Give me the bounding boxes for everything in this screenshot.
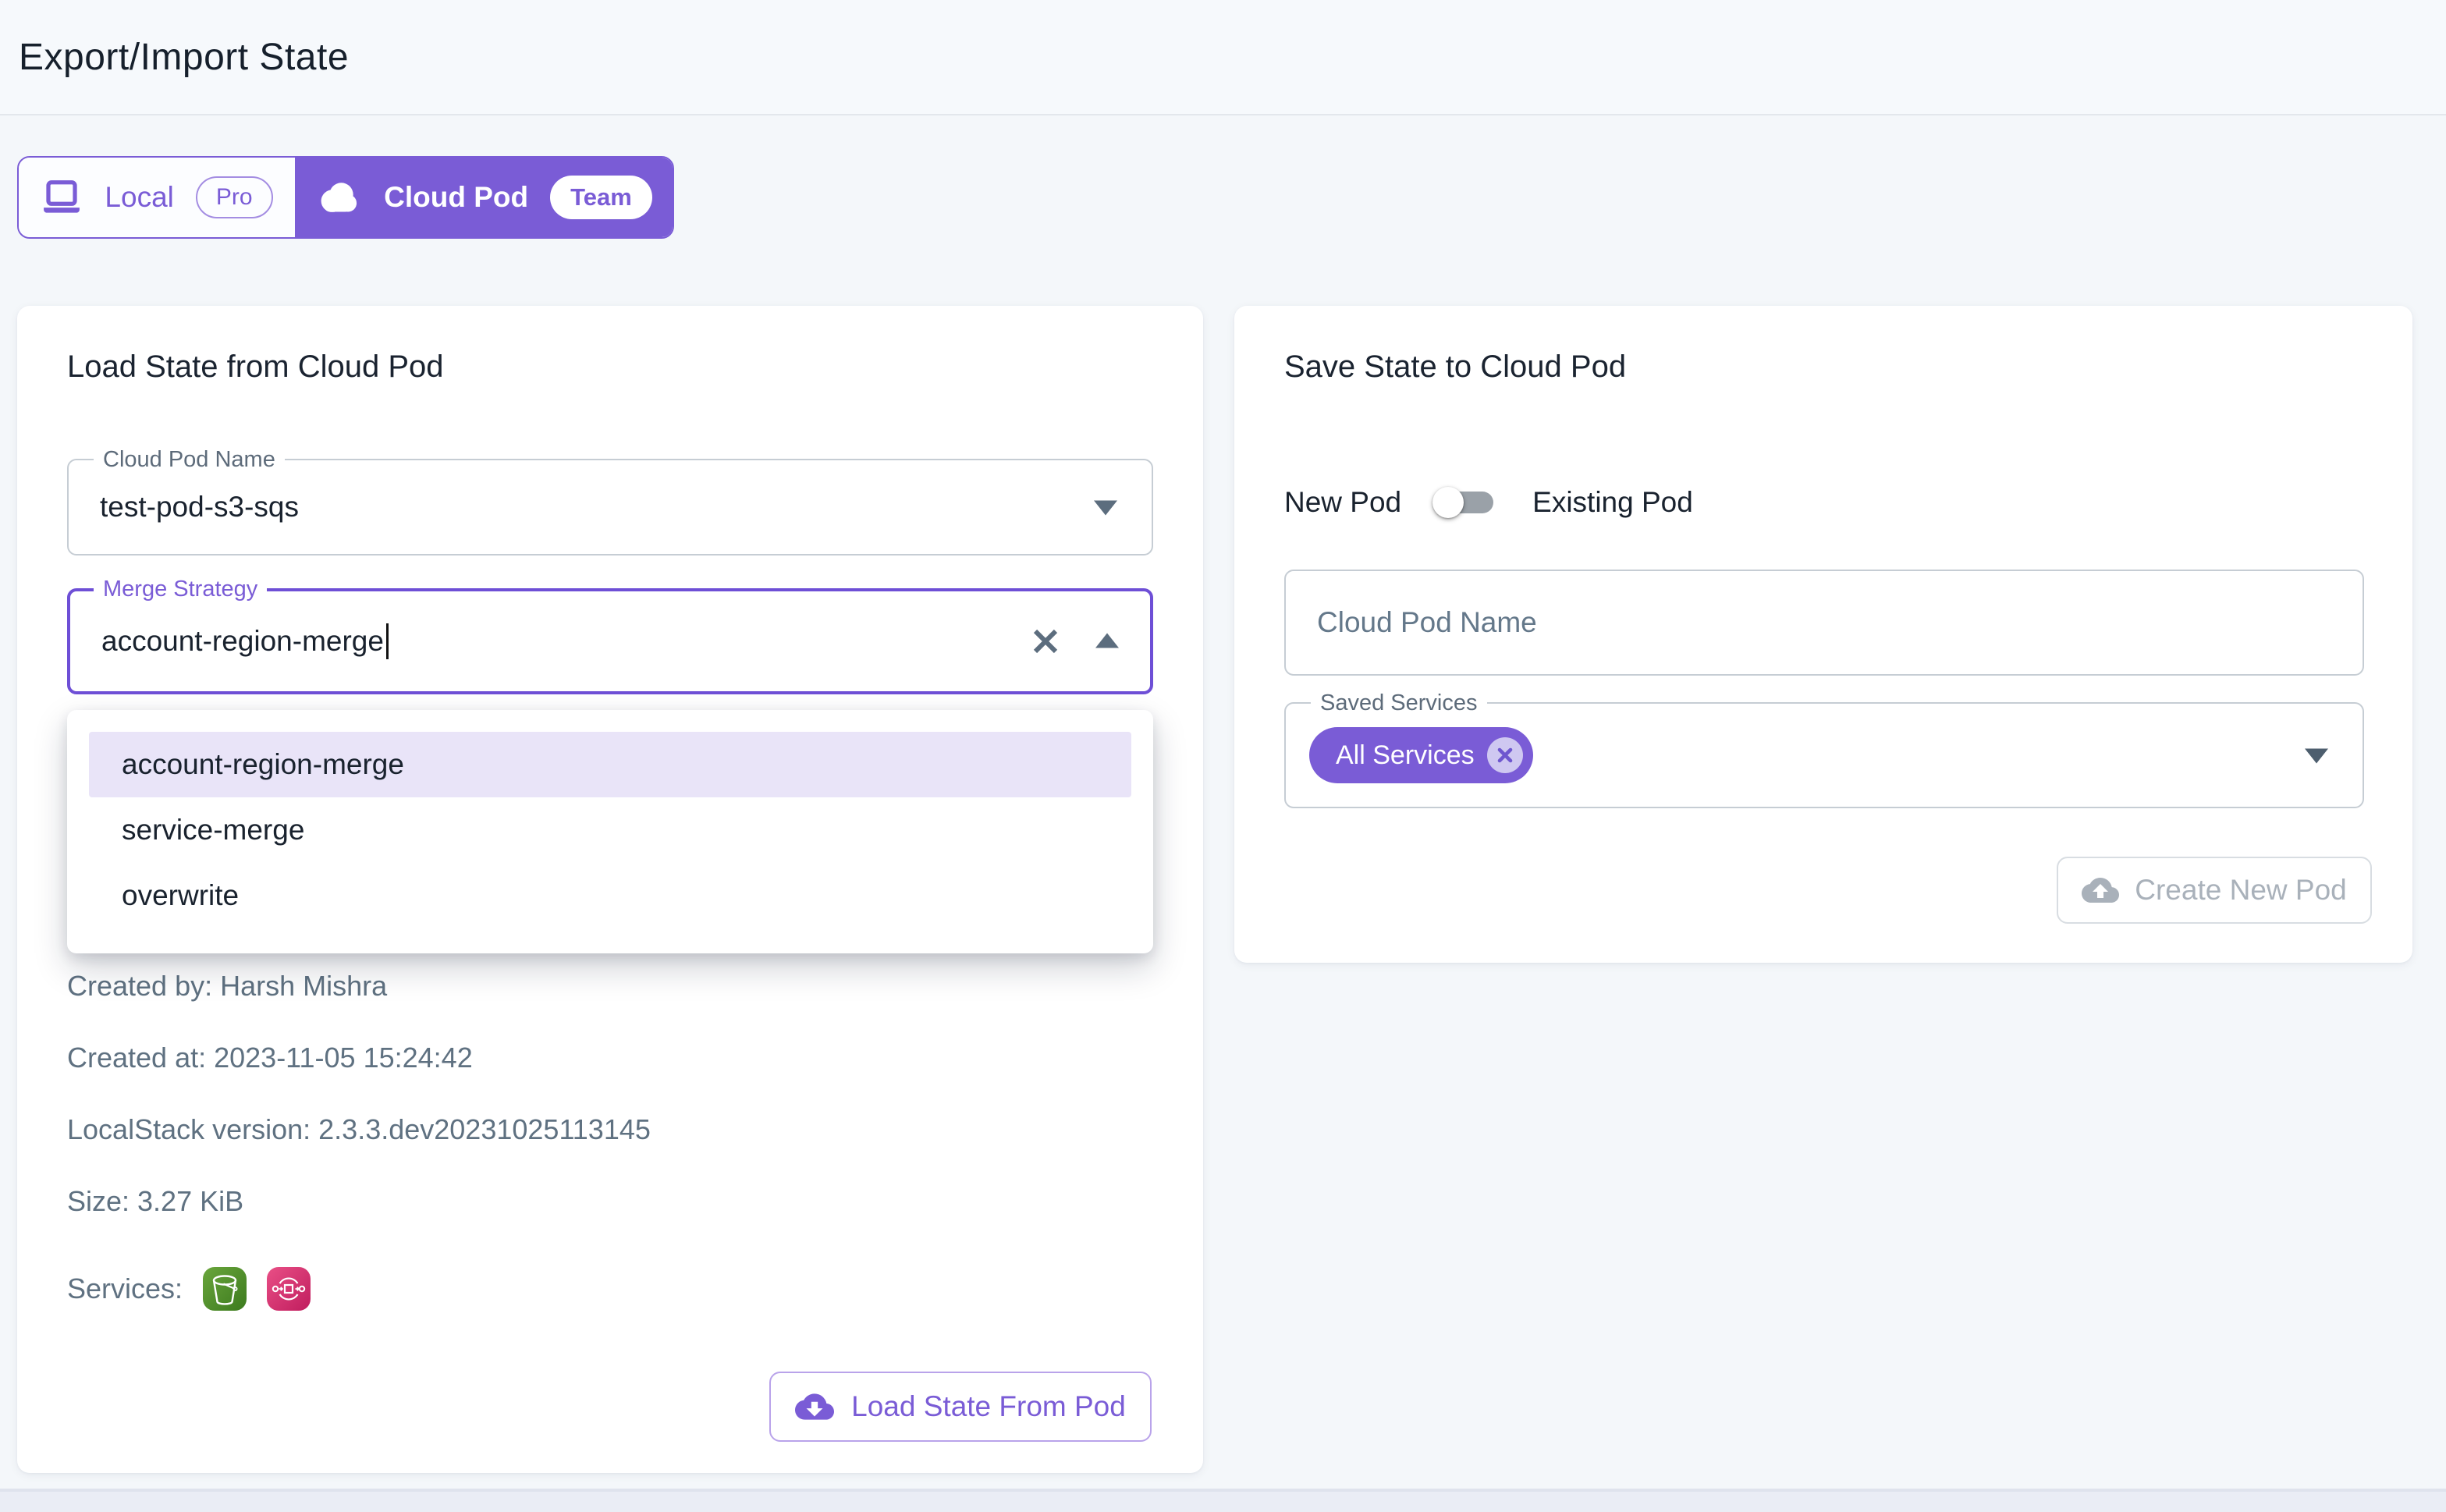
chevron-down-icon[interactable] [2305,748,2328,763]
pod-metadata: Created by: Harsh Mishra Created at: 202… [67,969,651,1311]
new-pod-name-input[interactable] [1286,571,2363,674]
option-account-region-merge[interactable]: account-region-merge [89,732,1131,797]
create-new-pod-button-label: Create New Pod [2135,874,2346,907]
save-card-title: Save State to Cloud Pod [1284,350,1626,385]
load-state-card: Load State from Cloud Pod Cloud Pod Name… [17,306,1203,1473]
merge-strategy-value: account-region-merge [101,625,384,658]
pod-name-select-label: Cloud Pod Name [94,446,285,473]
pod-mode-switch[interactable] [1422,473,1512,532]
cloud-download-icon [795,1387,834,1426]
page-header: Export/Import State [0,0,2446,115]
new-pod-label: New Pod [1284,486,1401,519]
merge-options-popup: account-region-merge service-merge overw… [67,710,1153,953]
all-services-chip[interactable]: All Services [1309,727,1533,783]
create-new-pod-button[interactable]: Create New Pod [2057,857,2372,924]
tab-local-label: Local [105,181,173,214]
pro-badge: Pro [196,176,273,218]
text-cursor [386,623,389,659]
cloud-icon [315,177,362,218]
s3-icon [203,1267,247,1311]
services-label: Services: [67,1272,183,1306]
clear-icon[interactable] [1028,624,1063,658]
option-service-merge[interactable]: service-merge [89,797,1131,863]
sqs-icon [267,1267,311,1311]
pod-name-select[interactable]: Cloud Pod Name test-pod-s3-sqs [67,459,1153,555]
load-card-title: Load State from Cloud Pod [67,350,444,385]
services-row: Services: [67,1267,651,1311]
load-state-button-label: Load State From Pod [851,1390,1126,1423]
team-badge: Team [550,176,652,219]
merge-strategy-label: Merge Strategy [94,576,267,602]
bottom-strip [0,1492,2446,1512]
pod-mode-toggle-row: New Pod Existing Pod [1284,471,1693,534]
mode-tab-group: Local Pro Cloud Pod Team [17,156,674,239]
pod-name-select-value: test-pod-s3-sqs [100,491,299,524]
merge-strategy-input[interactable]: Merge Strategy account-region-merge [67,588,1153,694]
chevron-up-icon[interactable] [1095,634,1119,648]
cloud-upload-icon [2082,871,2119,909]
page-title: Export/Import State [19,36,349,79]
laptop-icon [41,179,83,216]
load-state-button[interactable]: Load State From Pod [769,1372,1152,1442]
chevron-down-icon[interactable] [1094,500,1117,515]
version-text: LocalStack version: 2.3.3.dev20231025113… [67,1113,651,1147]
option-overwrite[interactable]: overwrite [89,863,1131,928]
saved-services-label: Saved Services [1311,690,1487,716]
tab-local[interactable]: Local Pro [19,158,295,237]
existing-pod-label: Existing Pod [1532,486,1693,519]
new-pod-name-field [1284,570,2364,676]
all-services-chip-label: All Services [1336,740,1475,771]
tab-cloud-pod[interactable]: Cloud Pod Team [295,158,673,237]
size-text: Size: 3.27 KiB [67,1184,651,1219]
created-at-text: Created at: 2023-11-05 15:24:42 [67,1041,651,1075]
tab-cloud-pod-label: Cloud Pod [384,181,528,214]
saved-services-field[interactable]: Saved Services All Services [1284,702,2364,808]
chip-delete-icon[interactable] [1487,737,1523,773]
created-by-text: Created by: Harsh Mishra [67,969,651,1003]
save-state-card: Save State to Cloud Pod New Pod Existing… [1234,306,2412,963]
switch-thumb [1432,487,1464,518]
